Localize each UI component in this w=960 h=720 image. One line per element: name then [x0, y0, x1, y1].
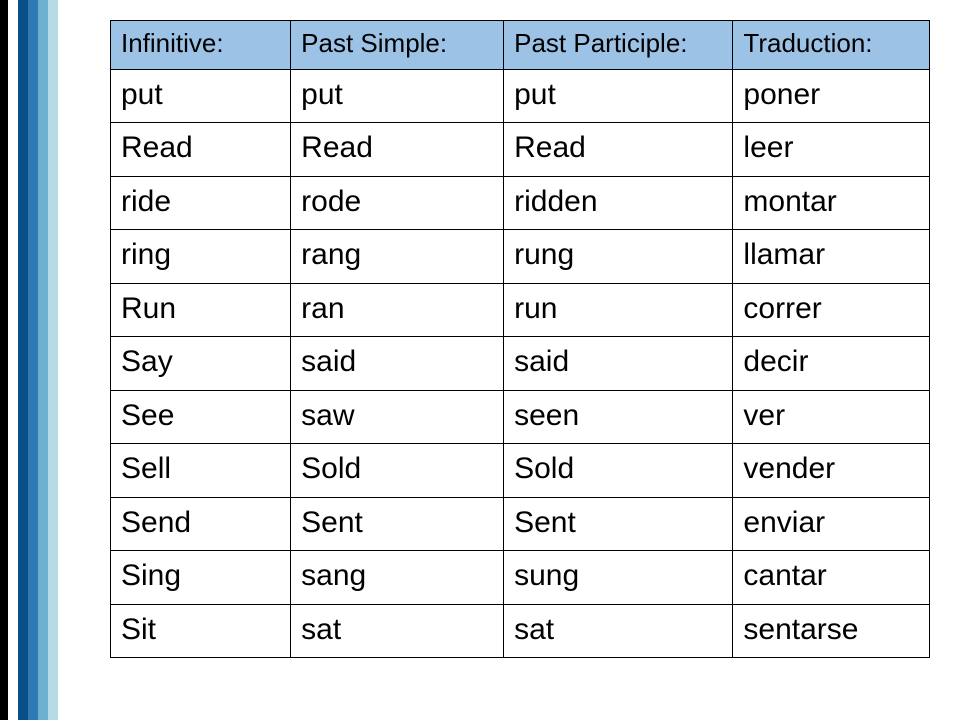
table-row: ride rode ridden montar	[111, 176, 930, 230]
cell: cantar	[733, 551, 930, 605]
table-row: See saw seen ver	[111, 390, 930, 444]
table-row: Sing sang sung cantar	[111, 551, 930, 605]
cell: sang	[291, 551, 504, 605]
cell: Say	[111, 337, 291, 391]
cell: Send	[111, 497, 291, 551]
cell: rode	[291, 176, 504, 230]
cell: Sold	[504, 444, 733, 498]
cell: poner	[733, 69, 930, 123]
cell: Sent	[291, 497, 504, 551]
table-row: Say said said decir	[111, 337, 930, 391]
cell: vender	[733, 444, 930, 498]
col-header-past-simple: Past Simple:	[291, 21, 504, 70]
cell: Read	[504, 123, 733, 177]
table-row: Sell Sold Sold vender	[111, 444, 930, 498]
cell: enviar	[733, 497, 930, 551]
table-row: ring rang rung llamar	[111, 230, 930, 284]
cell: Sit	[111, 604, 291, 658]
table-row: put put put poner	[111, 69, 930, 123]
cell: Sing	[111, 551, 291, 605]
cell: ran	[291, 283, 504, 337]
cell: rang	[291, 230, 504, 284]
cell: See	[111, 390, 291, 444]
cell: Sent	[504, 497, 733, 551]
cell: ride	[111, 176, 291, 230]
cell: said	[291, 337, 504, 391]
decorative-stripes	[0, 0, 62, 720]
col-header-traduction: Traduction:	[733, 21, 930, 70]
cell: seen	[504, 390, 733, 444]
cell: put	[291, 69, 504, 123]
cell: Read	[111, 123, 291, 177]
verb-table-container: Infinitive: Past Simple: Past Participle…	[110, 20, 930, 658]
stripe	[48, 0, 58, 720]
cell: ridden	[504, 176, 733, 230]
cell: llamar	[733, 230, 930, 284]
cell: montar	[733, 176, 930, 230]
stripe	[8, 0, 18, 720]
cell: Sell	[111, 444, 291, 498]
cell: rung	[504, 230, 733, 284]
cell: sat	[504, 604, 733, 658]
cell: ring	[111, 230, 291, 284]
table-row: Sit sat sat sentarse	[111, 604, 930, 658]
table-header-row: Infinitive: Past Simple: Past Participle…	[111, 21, 930, 70]
cell: Sold	[291, 444, 504, 498]
stripe	[18, 0, 28, 720]
cell: put	[111, 69, 291, 123]
cell: Run	[111, 283, 291, 337]
cell: said	[504, 337, 733, 391]
cell: saw	[291, 390, 504, 444]
cell: sung	[504, 551, 733, 605]
stripe	[0, 0, 8, 720]
stripe	[38, 0, 48, 720]
cell: sentarse	[733, 604, 930, 658]
cell: correr	[733, 283, 930, 337]
cell: decir	[733, 337, 930, 391]
table-row: Run ran run correr	[111, 283, 930, 337]
cell: leer	[733, 123, 930, 177]
col-header-infinitive: Infinitive:	[111, 21, 291, 70]
cell: Read	[291, 123, 504, 177]
stripe	[28, 0, 38, 720]
verb-table: Infinitive: Past Simple: Past Participle…	[110, 20, 930, 658]
table-row: Send Sent Sent enviar	[111, 497, 930, 551]
table-row: Read Read Read leer	[111, 123, 930, 177]
col-header-past-participle: Past Participle:	[504, 21, 733, 70]
cell: ver	[733, 390, 930, 444]
cell: put	[504, 69, 733, 123]
cell: run	[504, 283, 733, 337]
cell: sat	[291, 604, 504, 658]
